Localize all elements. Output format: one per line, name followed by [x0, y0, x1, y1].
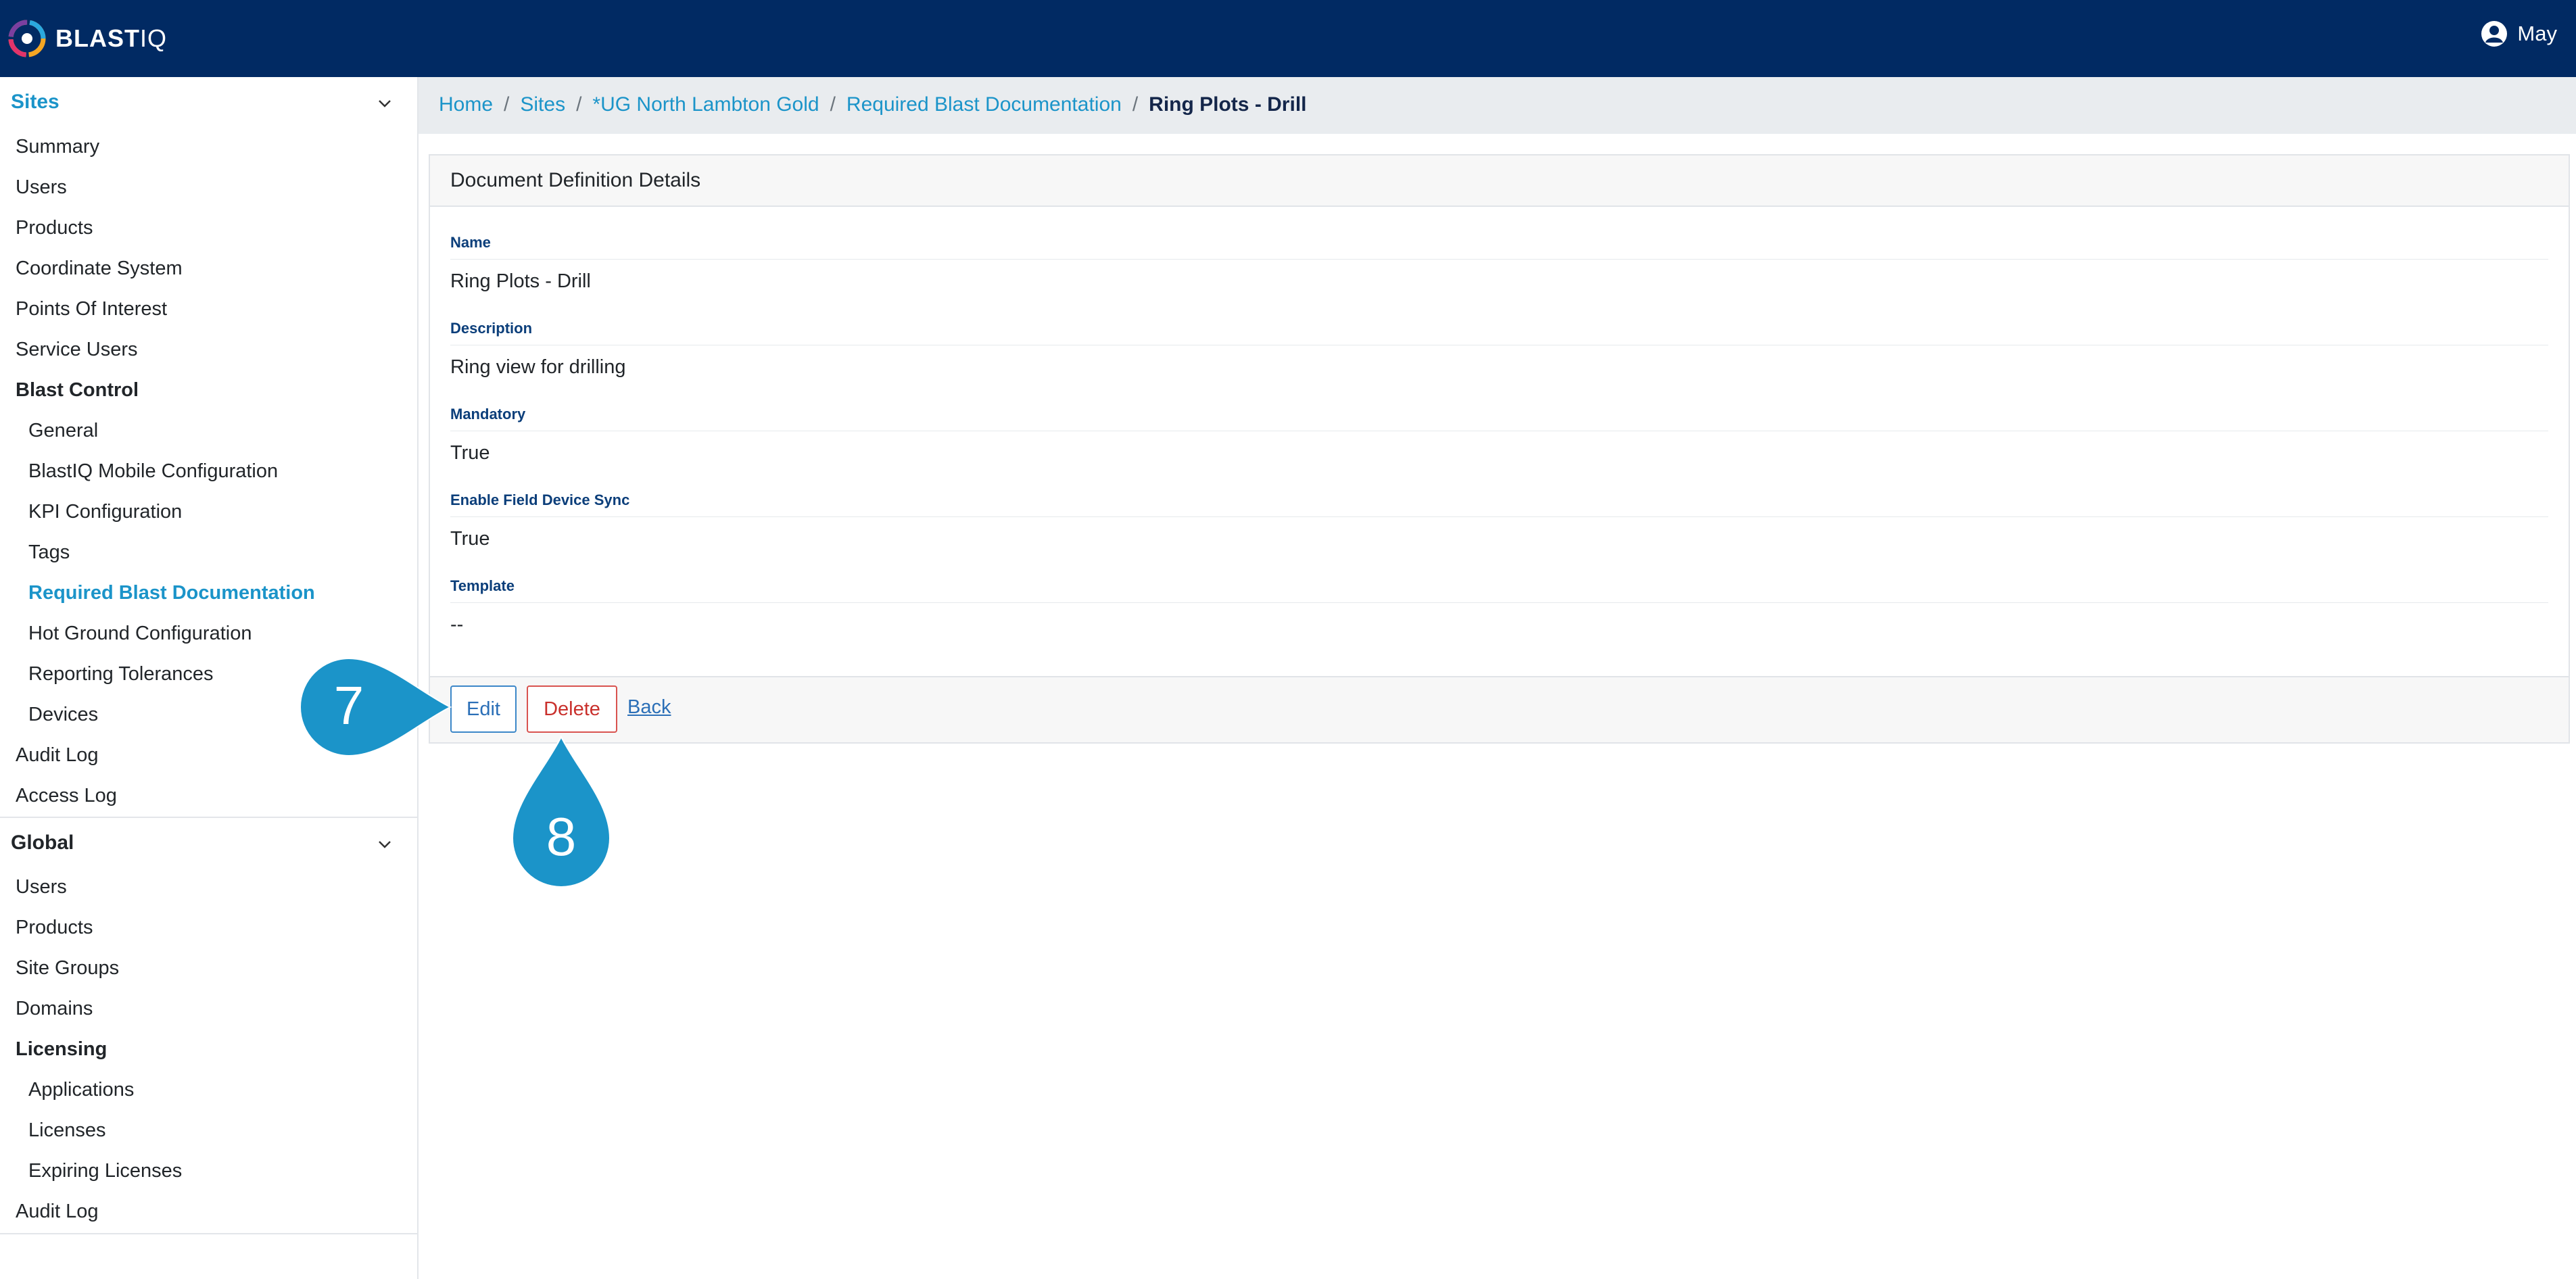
sidebar-item-blastiq-mobile-configuration[interactable]: BlastIQ Mobile Configuration [28, 460, 278, 483]
user-menu[interactable]: May [2481, 20, 2557, 47]
chevron-down-icon[interactable] [375, 94, 394, 113]
sidebar-section-global[interactable]: Global [11, 831, 74, 854]
breadcrumb: Home / Sites / *UG North Lambton Gold / Requir… [439, 93, 1307, 116]
breadcrumb-separator: / [576, 93, 582, 116]
back-link[interactable]: Back [627, 696, 671, 719]
field-value-description: Ring view for drilling [450, 356, 626, 378]
logo-wordmark: BLASTIQ [55, 24, 168, 52]
sidebar-item-devices[interactable]: Devices [28, 704, 98, 726]
step-callout-8: 8 [510, 734, 613, 891]
user-avatar-icon [2481, 21, 2508, 47]
sidebar-item-kpi-configuration[interactable]: KPI Configuration [28, 501, 182, 523]
card-title: Document Definition Details [450, 169, 701, 191]
sidebar-group-licensing[interactable]: Licensing [16, 1038, 107, 1061]
top-navbar: BLASTIQ May [0, 0, 2576, 77]
field-divider [450, 516, 2548, 517]
sidebar-item-service-users[interactable]: Service Users [16, 339, 138, 361]
sidebar-item-expiring-licenses[interactable]: Expiring Licenses [28, 1160, 182, 1182]
sidebar-item-licenses[interactable]: Licenses [28, 1119, 105, 1142]
field-label-template: Template [450, 577, 515, 594]
field-label-description: Description [450, 320, 533, 337]
edit-button[interactable]: Edit [450, 685, 517, 733]
breadcrumb-sites[interactable]: Sites [520, 93, 565, 116]
field-value-enable-field-device-sync: True [450, 528, 490, 550]
sidebar-item-coordinate-system[interactable]: Coordinate System [16, 258, 183, 280]
sidebar-item-points-of-interest[interactable]: Points Of Interest [16, 298, 167, 320]
card-header: Document Definition Details [430, 155, 2569, 207]
breadcrumb-home[interactable]: Home [439, 93, 493, 116]
sidebar-item-global-audit-log[interactable]: Audit Log [16, 1201, 99, 1223]
sidebar-section-sites[interactable]: Sites [11, 91, 59, 114]
callout-number: 8 [546, 806, 577, 867]
breadcrumb-separator: / [1132, 93, 1139, 116]
field-divider [450, 602, 2548, 603]
sidebar-item-global-products[interactable]: Products [16, 917, 93, 939]
document-definition-card: Document Definition Details Name Ring Pl… [429, 154, 2570, 744]
sidebar-divider [0, 1233, 417, 1234]
user-name: May [2517, 22, 2557, 45]
sidebar-item-hot-ground-configuration[interactable]: Hot Ground Configuration [28, 623, 252, 645]
logo-icon [8, 20, 46, 57]
breadcrumb-separator: / [830, 93, 836, 116]
sidebar-item-access-log[interactable]: Access Log [16, 785, 117, 807]
sidebar-item-users[interactable]: Users [16, 176, 67, 199]
field-value-template: -- [450, 614, 464, 635]
sidebar-item-applications[interactable]: Applications [28, 1079, 134, 1101]
sidebar-item-global-users[interactable]: Users [16, 876, 67, 898]
sidebar-item-reporting-tolerances[interactable]: Reporting Tolerances [28, 663, 214, 685]
sidebar-item-audit-log[interactable]: Audit Log [16, 744, 99, 767]
sidebar-group-blast-control[interactable]: Blast Control [16, 379, 139, 402]
sidebar-divider [0, 817, 417, 818]
sidebar-item-products[interactable]: Products [16, 217, 93, 239]
sidebar-item-site-groups[interactable]: Site Groups [16, 957, 119, 980]
callout-number: 7 [333, 675, 364, 735]
field-value-mandatory: True [450, 442, 490, 464]
blastiq-logo[interactable]: BLASTIQ [7, 15, 167, 62]
sidebar-item-general[interactable]: General [28, 420, 98, 442]
step-callout-7: 7 [296, 656, 453, 758]
field-value-name: Ring Plots - Drill [450, 270, 591, 292]
delete-button[interactable]: Delete [527, 685, 617, 733]
sidebar-item-domains[interactable]: Domains [16, 998, 93, 1020]
sidebar-item-tags[interactable]: Tags [28, 541, 70, 564]
card-footer [430, 676, 2569, 742]
breadcrumb-bar: Home / Sites / *UG North Lambton Gold / Requir… [419, 77, 2576, 134]
field-label-name: Name [450, 234, 491, 251]
sidebar-item-summary[interactable]: Summary [16, 136, 99, 158]
chevron-down-icon[interactable] [375, 835, 394, 854]
field-label-mandatory: Mandatory [450, 406, 526, 423]
breadcrumb-separator: / [504, 93, 510, 116]
field-label-enable-field-device-sync: Enable Field Device Sync [450, 491, 630, 508]
breadcrumb-site[interactable]: *UG North Lambton Gold [592, 93, 819, 116]
breadcrumb-current: Ring Plots - Drill [1149, 93, 1307, 116]
field-divider [450, 259, 2548, 260]
breadcrumb-required-blast-documentation[interactable]: Required Blast Documentation [846, 93, 1122, 116]
sidebar-item-required-blast-documentation[interactable]: Required Blast Documentation [28, 582, 315, 604]
